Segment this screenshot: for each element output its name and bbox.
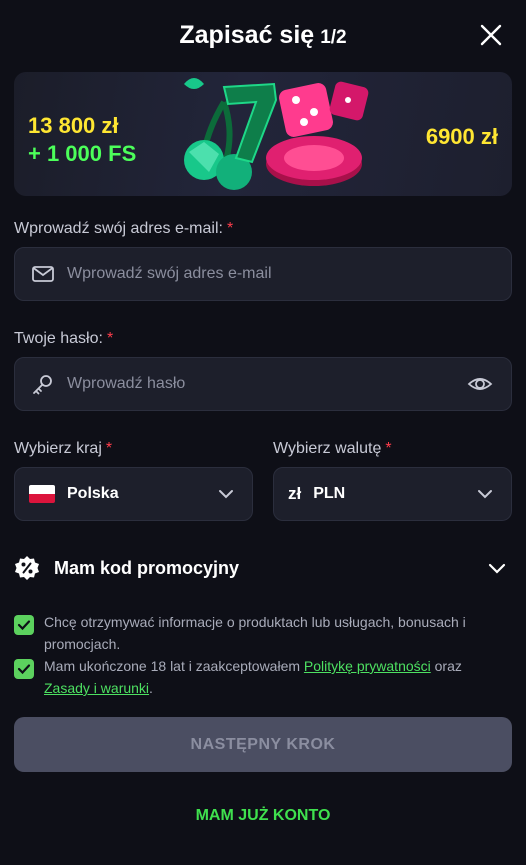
bonus-amount: 13 800 zł (28, 113, 119, 138)
step-indicator: 1/2 (320, 26, 347, 48)
envelope-icon (32, 266, 54, 282)
email-placeholder: Wprowadź swój adres e-mail (67, 265, 272, 282)
currency-select[interactable]: zł PLN (273, 467, 512, 521)
country-label: Wybierz kraj * (14, 440, 112, 458)
free-spins-amount: + 1 000 FS (28, 141, 137, 166)
required-mark: * (105, 440, 113, 457)
password-field[interactable]: Wprowadź hasło (14, 357, 512, 411)
checkmark-icon (17, 664, 31, 675)
checkmark-icon (17, 620, 31, 631)
required-mark: * (106, 330, 114, 347)
chevron-down-icon (488, 563, 506, 574)
password-placeholder: Wprowadź hasło (67, 375, 186, 392)
marketing-checkbox[interactable] (14, 615, 34, 635)
password-label-text: Twoje hasło: (14, 330, 103, 347)
slot-symbols-image (184, 78, 369, 190)
email-label-text: Wprowadź swój adres e-mail: (14, 220, 223, 237)
age-terms-consent-text: Mam ukończone 18 lat i zaakceptowałem Po… (44, 655, 504, 699)
email-label: Wprowadź swój adres e-mail: * (14, 220, 233, 238)
age-consent-suffix: . (149, 680, 153, 696)
already-have-account-link[interactable]: MAM JUŻ KONTO (0, 807, 526, 825)
currency-symbol: zł (288, 484, 302, 503)
terms-link[interactable]: Zasady i warunki (44, 680, 149, 696)
country-label-text: Wybierz kraj (14, 440, 102, 457)
chevron-down-icon (219, 490, 233, 499)
chevron-down-icon (478, 490, 492, 499)
promo-code-label: Mam kod promocyjny (54, 557, 240, 578)
currency-label: Wybierz walutę * (273, 440, 392, 458)
poland-flag-icon (29, 485, 55, 503)
required-mark: * (385, 440, 392, 457)
bonus-banner: 13 800 zł + 1 000 FS 6900 zł (14, 72, 512, 196)
casino-bonus-amount: 6900 zł (425, 124, 498, 149)
close-icon[interactable] (478, 22, 504, 48)
privacy-policy-link[interactable]: Politykę prywatności (304, 658, 431, 674)
next-step-button[interactable]: NASTĘPNY KROK (14, 717, 512, 772)
required-mark: * (226, 220, 234, 237)
password-label: Twoje hasło: * (14, 330, 113, 348)
email-field[interactable]: Wprowadź swój adres e-mail (14, 247, 512, 301)
title-text: Zapisać się (179, 20, 315, 49)
age-terms-checkbox[interactable] (14, 659, 34, 679)
key-icon (33, 375, 52, 395)
eye-icon[interactable] (467, 371, 493, 397)
marketing-consent-text: Chcę otrzymywać informacje o produktach … (44, 614, 466, 652)
age-consent-middle: oraz (430, 658, 462, 674)
currency-label-text: Wybierz walutę (273, 440, 382, 457)
header: Zapisać się 1/2 (0, 0, 526, 70)
percent-badge-icon (15, 556, 39, 580)
promo-code-toggle[interactable]: Mam kod promocyjny (14, 548, 512, 588)
page-title: Zapisać się 1/2 (179, 21, 346, 50)
country-select[interactable]: Polska (14, 467, 253, 521)
country-value: Polska (67, 485, 119, 502)
currency-value: PLN (313, 485, 346, 502)
age-consent-prefix: Mam ukończone 18 lat i zaakceptowałem (44, 658, 304, 674)
